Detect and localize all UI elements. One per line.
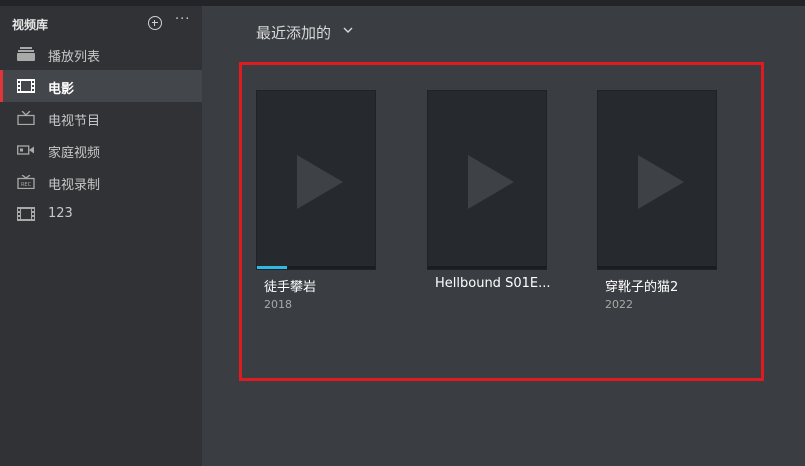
movie-title[interactable]: 穿靴子的猫2 bbox=[605, 276, 725, 295]
movie-poster[interactable] bbox=[597, 90, 717, 270]
sidebar: 视频库 ··· 播放列表 电影 电视节目 家庭视频 REC 电视录制 123 bbox=[0, 6, 202, 466]
sidebar-item-label: 电影 bbox=[48, 82, 75, 97]
chevron-down-icon[interactable] bbox=[343, 25, 353, 35]
poster-bottom-bar bbox=[428, 266, 546, 269]
poster-bottom-bar bbox=[598, 266, 716, 269]
sidebar-item-label: 家庭视频 bbox=[48, 146, 101, 161]
movie-title[interactable]: 徒手攀岩 bbox=[264, 276, 384, 295]
add-library-button[interactable] bbox=[148, 16, 162, 30]
sidebar-item-123[interactable]: 123 bbox=[0, 198, 202, 230]
more-options-button[interactable]: ··· bbox=[175, 12, 190, 27]
sidebar-item-home-videos[interactable]: 家庭视频 bbox=[0, 134, 202, 166]
play-icon bbox=[638, 155, 684, 209]
play-icon bbox=[468, 155, 514, 209]
tv-icon bbox=[17, 111, 35, 125]
movie-year: 2018 bbox=[264, 298, 292, 311]
tv-record-icon: REC bbox=[17, 175, 35, 189]
film-icon bbox=[17, 79, 35, 93]
movie-poster[interactable] bbox=[427, 90, 547, 270]
film-icon bbox=[17, 207, 35, 221]
movie-year: 2022 bbox=[605, 298, 633, 311]
sidebar-item-label: 电视录制 bbox=[48, 178, 101, 193]
library-header: 视频库 ··· bbox=[12, 12, 194, 34]
movie-poster[interactable] bbox=[256, 90, 376, 270]
playlist-icon bbox=[17, 47, 35, 61]
camcorder-icon bbox=[17, 145, 34, 155]
library-title: 视频库 bbox=[12, 18, 49, 32]
library-nav: 播放列表 电影 电视节目 家庭视频 REC 电视录制 123 bbox=[0, 38, 202, 230]
sidebar-item-label: 123 bbox=[48, 206, 73, 221]
play-icon bbox=[297, 155, 343, 209]
sidebar-item-movies[interactable]: 电影 bbox=[0, 70, 202, 102]
sidebar-item-tv-recordings[interactable]: REC 电视录制 bbox=[0, 166, 202, 198]
svg-text:REC: REC bbox=[21, 182, 32, 188]
movie-title[interactable]: Hellbound S01E... bbox=[435, 276, 555, 291]
sort-dropdown[interactable]: 最近添加的 bbox=[256, 22, 331, 43]
sidebar-item-label: 电视节目 bbox=[48, 114, 101, 129]
sidebar-item-playlists[interactable]: 播放列表 bbox=[0, 38, 202, 70]
watch-progress-bar bbox=[257, 266, 287, 269]
sidebar-item-tv-shows[interactable]: 电视节目 bbox=[0, 102, 202, 134]
sidebar-item-label: 播放列表 bbox=[48, 50, 101, 65]
